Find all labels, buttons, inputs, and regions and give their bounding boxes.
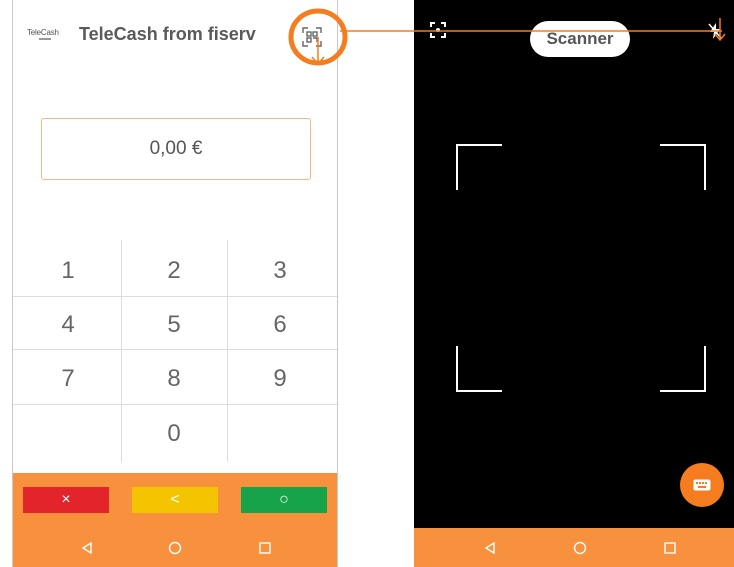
nav-back-button[interactable] [75,536,99,560]
scan-frame-corner-bl [456,346,502,392]
flash-off-button[interactable] [708,22,722,45]
scan-frame-corner-tr [660,144,706,190]
circle-home-icon [573,541,587,555]
key-4[interactable]: 4 [15,298,121,351]
action-bar: × < ○ [13,473,337,528]
triangle-back-icon [81,541,92,555]
qr-scan-icon [302,27,322,47]
confirm-button[interactable]: ○ [241,487,327,513]
key-8[interactable]: 8 [121,352,227,405]
key-6[interactable]: 6 [227,298,333,351]
android-nav-bar [414,528,734,567]
numeric-keypad: 1 2 3 4 5 6 7 8 9 0 [13,240,337,462]
triangle-back-icon [484,541,495,555]
nav-recents-button[interactable] [253,536,277,560]
key-0[interactable]: 0 [121,407,227,460]
circle-home-icon [168,541,182,555]
backspace-button[interactable]: < [132,487,218,513]
payment-app-screen: TeleCash TeleCash from fiserv 0,00 € 1 2… [12,0,338,567]
nav-back-button[interactable] [478,536,502,560]
focus-toggle-button[interactable] [430,22,446,43]
telecash-logo: TeleCash [27,28,59,37]
scan-frame-corner-br [660,346,706,392]
scanner-screen: Scanner [414,0,734,567]
key-1[interactable]: 1 [15,244,121,297]
key-9[interactable]: 9 [227,352,333,405]
app-header: TeleCash TeleCash from fiserv [13,0,337,70]
flash-off-icon [708,23,722,39]
focus-icon [430,22,446,38]
cancel-button[interactable]: × [23,487,109,513]
amount-display[interactable]: 0,00 € [41,118,311,180]
logo-underline [39,38,51,40]
key-5[interactable]: 5 [121,298,227,351]
app-title: TeleCash from fiserv [79,24,256,44]
android-nav-bar [13,528,337,567]
keyboard-entry-button[interactable] [680,463,724,507]
square-recents-icon [259,542,271,554]
scan-frame-corner-tl [456,144,502,190]
nav-home-button[interactable] [568,536,592,560]
key-7[interactable]: 7 [15,352,121,405]
qr-scanner-button[interactable] [299,26,325,48]
square-recents-icon [664,542,676,554]
keyboard-icon [693,479,711,491]
scanner-title: Scanner [530,21,630,57]
nav-home-button[interactable] [163,536,187,560]
key-3[interactable]: 3 [227,244,333,297]
key-2[interactable]: 2 [121,244,227,297]
nav-recents-button[interactable] [658,536,682,560]
